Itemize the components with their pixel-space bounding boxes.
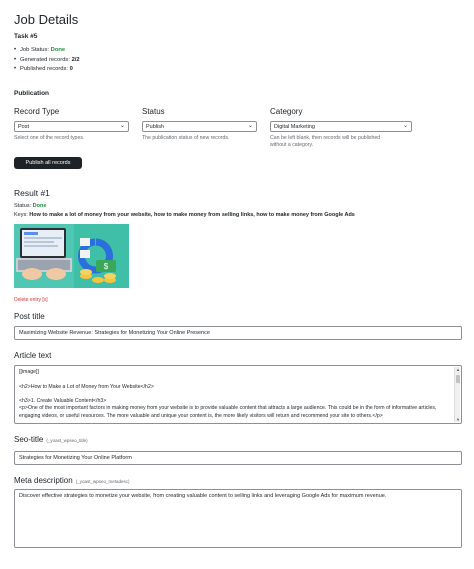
status-label: Status xyxy=(142,107,165,116)
scroll-up-icon[interactable]: ▲ xyxy=(455,367,461,372)
scroll-thumb[interactable] xyxy=(456,375,460,383)
article-line: [[image]] xyxy=(19,369,39,375)
result-heading: Result #1 xyxy=(14,188,50,198)
seo-title-meta-key: (_yoast_wpseo_title) xyxy=(46,438,88,443)
svg-text:$: $ xyxy=(104,262,109,271)
post-title-label: Post title xyxy=(14,312,45,321)
meta-description-textarea[interactable]: Discover effective strategies to monetiz… xyxy=(14,489,462,548)
article-textarea[interactable]: [[image]] <h2>How to Make a Lot of Money… xyxy=(14,365,462,424)
generated-records-item: Generated records: 2/2 xyxy=(14,56,80,66)
page-title: Job Details xyxy=(14,12,79,27)
article-line xyxy=(19,376,451,383)
result-keys: Keys: How to make a lot of money from yo… xyxy=(14,212,355,218)
article-text-label: Article text xyxy=(14,351,52,360)
task-heading: Task #5 xyxy=(14,33,38,40)
chevron-down-icon: ⌄ xyxy=(247,123,253,129)
job-status-item: Job Status: Done xyxy=(14,46,80,56)
status-help: The publication status of new records. xyxy=(142,135,230,141)
result-keys-value: How to make a lot of money from your web… xyxy=(29,212,355,218)
scroll-down-icon[interactable]: ▼ xyxy=(455,417,461,422)
published-records-item: Published records: 0 xyxy=(14,65,80,75)
textarea-scrollbar[interactable]: ▲ ▼ xyxy=(454,367,460,422)
record-type-help: Select one of the record types. xyxy=(14,135,85,141)
publish-all-button[interactable]: Publish all records xyxy=(14,157,82,169)
article-line xyxy=(19,391,451,398)
post-title-input[interactable]: Maximizing Website Revenue: Strategies f… xyxy=(14,326,462,340)
category-help: Can be left blank, then records will be … xyxy=(270,135,381,148)
generated-records-value: 2/2 xyxy=(71,56,80,63)
seo-title-label: Seo-title (_yoast_wpseo_title) xyxy=(14,435,88,444)
article-line: <h3>1. Create Valuable Content</h3> xyxy=(19,398,107,405)
article-line: <h2>How to Make a Lot of Money from Your… xyxy=(19,383,154,390)
chevron-down-icon: ⌄ xyxy=(402,123,408,129)
record-type-label: Record Type xyxy=(14,107,60,116)
job-stats-list: Job Status: Done Generated records: 2/2 … xyxy=(14,46,80,75)
category-select[interactable]: Digital Marketing ⌄ xyxy=(270,121,412,132)
delete-entry-link[interactable]: Delete entry [x] xyxy=(14,297,48,303)
category-label: Category xyxy=(270,107,303,116)
meta-description-label: Meta description (_yoast_wpseo_metadesc) xyxy=(14,476,130,485)
seo-title-input[interactable]: Strategies for Monetizing Your Online Pl… xyxy=(14,451,462,465)
publication-heading: Publication xyxy=(14,90,50,97)
article-line: <p>One of the most important factors in … xyxy=(19,405,437,412)
chevron-down-icon: ⌄ xyxy=(119,123,125,129)
laptop-money-illustration: $ xyxy=(14,224,129,288)
record-type-select[interactable]: Post ⌄ xyxy=(14,121,129,132)
result-image: $ xyxy=(14,224,129,288)
meta-description-meta-key: (_yoast_wpseo_metadesc) xyxy=(75,479,130,484)
published-records-value: 0 xyxy=(69,66,73,72)
result-status: Status: Done xyxy=(14,203,47,209)
article-content: [[image]] <h2>How to Make a Lot of Money… xyxy=(19,369,451,420)
status-select[interactable]: Publish ⌄ xyxy=(142,121,257,132)
result-status-value: Done xyxy=(32,203,47,209)
job-status-value: Done xyxy=(50,47,66,53)
article-line: engaging videos, or useful resources. Th… xyxy=(19,412,383,419)
